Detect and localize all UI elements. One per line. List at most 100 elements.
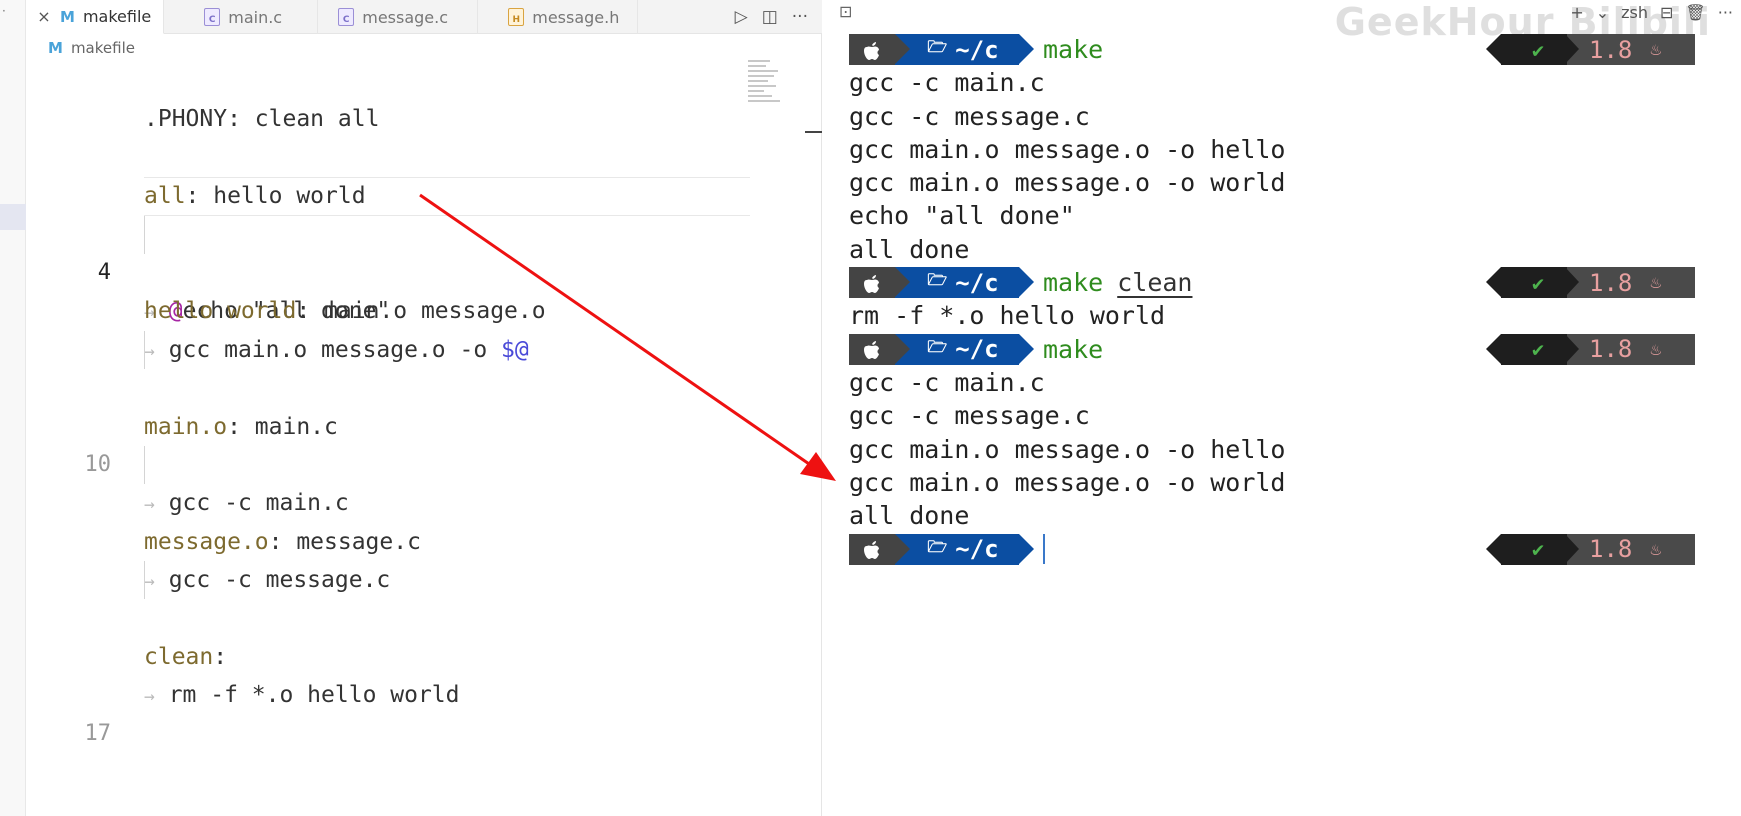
code-line: .PHONY: clean all xyxy=(26,62,806,132)
shell-prompt: 🗁 ~/c make ✔ 1.8 ♨ xyxy=(849,333,1741,366)
terminal-toolbar: ⊡ GeekHour Bilibili + ⌄ zsh ⊟ 🗑 ··· xyxy=(823,0,1741,44)
terminal-shell-label[interactable]: zsh xyxy=(1621,3,1648,22)
split-terminal-icon[interactable]: ⊟ xyxy=(1660,3,1673,22)
code-line: → gcc -c message.c xyxy=(26,523,806,593)
terminal-pane[interactable]: ⊡ GeekHour Bilibili + ⌄ zsh ⊟ 🗑 ··· 🗁 ~/c… xyxy=(823,0,1741,816)
folder-icon: 🗁 xyxy=(927,270,948,290)
output-line: gcc main.o message.o -o world xyxy=(849,467,1286,497)
indent-guide xyxy=(144,330,145,370)
tab-message-c[interactable]: C message.c xyxy=(318,0,479,34)
version-text: 1.8 xyxy=(1589,35,1633,64)
right-prompt: ✔ 1.8 ♨ xyxy=(1486,533,1695,565)
trash-icon[interactable]: 🗑 xyxy=(1685,3,1705,22)
tab-main-c[interactable]: C main.c xyxy=(164,0,319,34)
check-icon: ✔ xyxy=(1486,267,1567,299)
h-file-icon: H xyxy=(508,8,525,26)
check-icon: ✔ xyxy=(1486,34,1567,66)
version-badge: 1.8 ♨ xyxy=(1565,533,1695,565)
shell-prompt: 🗁 ~/c make ✔ 1.8 ♨ xyxy=(849,33,1741,66)
minimap[interactable] xyxy=(748,60,792,106)
text-cursor[interactable] xyxy=(1043,534,1045,565)
run-icon[interactable]: ▷ xyxy=(735,7,748,27)
indent-guide xyxy=(144,445,145,485)
makefile-icon: M xyxy=(48,39,63,57)
java-icon: ♨ xyxy=(1650,538,1662,560)
java-icon: ♨ xyxy=(1650,272,1662,294)
prompt-dir-text: ~/c xyxy=(955,335,999,364)
editor-tab-bar: × M makefile C main.c C message.c H mess… xyxy=(26,0,822,34)
prompt-argument: clean xyxy=(1117,268,1193,298)
tab-message-h[interactable]: H message.h xyxy=(478,0,639,34)
prompt-dir-text: ~/c xyxy=(955,35,999,64)
makefile-icon: M xyxy=(60,7,75,26)
folder-icon: 🗁 xyxy=(927,336,948,356)
indent-guide xyxy=(144,215,145,254)
output-line: gcc main.o message.o -o hello xyxy=(849,434,1286,464)
new-terminal-icon[interactable]: + xyxy=(1570,3,1583,22)
prompt-dir-text: ~/c xyxy=(955,535,999,564)
close-icon[interactable]: × xyxy=(36,7,52,26)
shell-prompt-active[interactable]: 🗁 ~/c ✔ 1.8 ♨ xyxy=(849,532,1741,565)
java-icon: ♨ xyxy=(1650,39,1662,61)
split-editor-icon[interactable]: ◫ xyxy=(762,7,778,27)
output-line: all done xyxy=(849,234,970,264)
prompt-command: make xyxy=(1043,35,1104,65)
shell-prompt: 🗁 ~/c make clean ✔ 1.8 ♨ xyxy=(849,266,1741,299)
editor-pane: · × M makefile C main.c C message.c H me… xyxy=(0,0,822,816)
apple-icon xyxy=(849,533,910,565)
right-prompt: ✔ 1.8 ♨ xyxy=(1486,333,1695,365)
prompt-directory: 🗁 ~/c xyxy=(895,533,1034,565)
prompt-dir-text: ~/c xyxy=(955,268,999,297)
code-editor[interactable]: .PHONY: clean all all: hello world 4 → @… xyxy=(26,62,806,746)
terminal-output[interactable]: 🗁 ~/c make ✔ 1.8 ♨ gcc -c main.c gcc -c me… xyxy=(849,33,1741,566)
prompt-command: make xyxy=(1043,334,1104,364)
code-line: 17 xyxy=(26,676,806,746)
prompt-directory: 🗁 ~/c xyxy=(895,267,1034,299)
c-file-icon: C xyxy=(338,8,355,26)
apple-icon xyxy=(849,267,910,299)
activity-strip: · xyxy=(0,0,26,816)
prompt-command: make xyxy=(1043,268,1104,298)
code-line: → gcc main.o message.o -o $@ xyxy=(26,292,806,363)
line-number: 17 xyxy=(84,720,112,746)
code-line-current: 4 → @echo "all done" xyxy=(26,177,806,324)
java-icon: ♨ xyxy=(1650,338,1662,360)
code-line: message.o: message.c xyxy=(26,484,806,555)
output-line: gcc -c message.c xyxy=(849,101,1090,131)
output-line: echo "all done" xyxy=(849,201,1075,231)
check-icon: ✔ xyxy=(1486,533,1567,565)
check-icon: ✔ xyxy=(1486,333,1567,365)
more-actions-icon[interactable]: ··· xyxy=(1718,3,1733,22)
current-line-highlight xyxy=(144,177,750,216)
terminal-panel-icon[interactable]: ⊡ xyxy=(839,2,852,21)
chevron-down-icon[interactable]: ⌄ xyxy=(1596,3,1609,22)
code-line xyxy=(26,330,806,370)
more-actions-icon[interactable]: ··· xyxy=(792,7,808,27)
indent-guide xyxy=(144,561,145,600)
version-text: 1.8 xyxy=(1589,535,1633,564)
version-badge: 1.8 ♨ xyxy=(1565,34,1695,66)
tab-label: message.h xyxy=(532,7,620,27)
breadcrumb-file[interactable]: makefile xyxy=(71,39,135,57)
scrollbar-marker[interactable] xyxy=(805,131,822,133)
output-line: gcc -c main.c xyxy=(849,68,1045,98)
breadcrumb: M makefile xyxy=(48,37,135,59)
code-line xyxy=(26,215,806,254)
right-prompt: ✔ 1.8 ♨ xyxy=(1486,267,1695,299)
tab-label: makefile xyxy=(82,7,152,26)
code-line: 10 → gcc -c main.c xyxy=(26,408,806,516)
apple-icon xyxy=(849,34,910,66)
tab-makefile[interactable]: × M makefile xyxy=(26,0,165,34)
output-line: gcc -c main.c xyxy=(849,367,1045,397)
code-line: main.o: main.c xyxy=(26,369,806,440)
output-line: rm -f *.o hello world xyxy=(849,301,1166,331)
code-line: clean: xyxy=(26,599,806,670)
right-prompt: ✔ 1.8 ♨ xyxy=(1486,34,1695,66)
output-line: gcc main.o message.o -o world xyxy=(849,168,1286,198)
activity-selected-indicator[interactable] xyxy=(0,204,26,230)
folder-icon: 🗁 xyxy=(927,536,948,556)
output-line: all done xyxy=(849,501,970,531)
editor-actions: ▷ ◫ ··· xyxy=(735,0,822,34)
code-line: all: hello world xyxy=(26,139,806,209)
